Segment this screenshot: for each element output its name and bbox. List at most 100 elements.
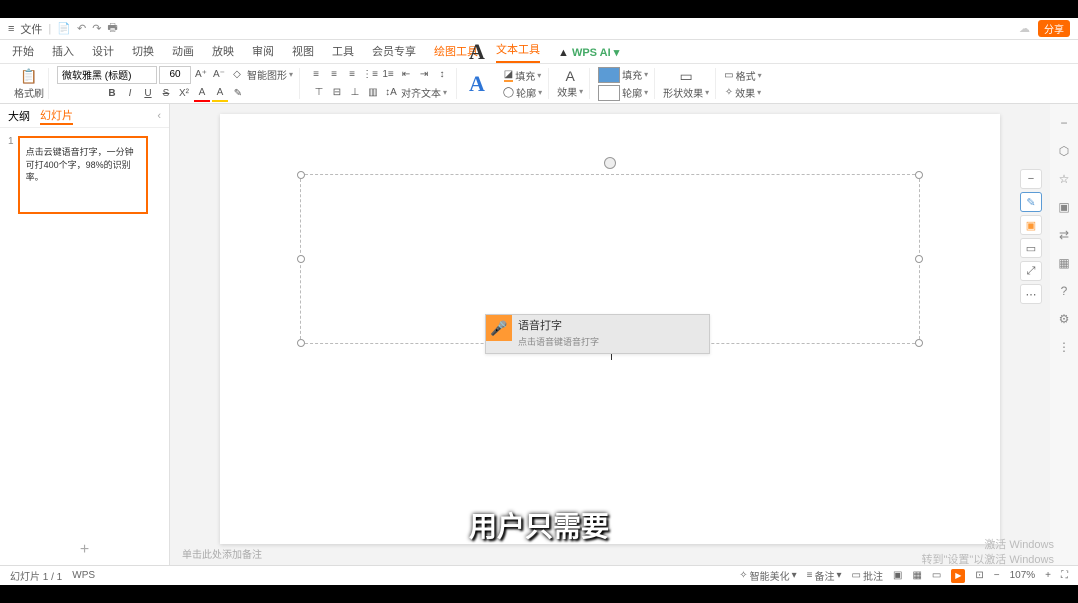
tab-transition[interactable]: 切换 [132,43,154,63]
rotate-handle[interactable] [604,157,616,169]
align-center-icon[interactable]: ≡ [326,67,342,83]
view-sorter-icon[interactable]: ▦ [912,570,921,581]
text-fill-dropdown[interactable]: ◪ 填充 [504,68,541,83]
rail-ai-icon[interactable]: ⬡ [1059,144,1069,158]
float-expand-icon[interactable]: ⤢ [1020,261,1042,281]
print-icon[interactable]: 🖶 [107,19,117,38]
highlight-button[interactable]: A [212,86,228,102]
rail-table-icon[interactable]: ▦ [1058,256,1069,270]
underline-button[interactable]: U [140,86,156,102]
tab-insert[interactable]: 插入 [52,43,74,63]
paste-icon[interactable]: 📋 [20,68,37,85]
zoom-level[interactable]: 107% [1010,570,1036,581]
font-size-input[interactable] [159,66,191,84]
format-brush-label[interactable]: 格式刷 [14,85,44,100]
strike-button[interactable]: S [158,86,174,102]
hamburger-icon[interactable]: ≡ [8,23,14,35]
notes-button[interactable]: ≡ 备注 ▾ [807,568,842,583]
align-right-icon[interactable]: ≡ [344,67,360,83]
comments-button[interactable]: ▭ 批注 [852,568,883,583]
resize-handle-bl[interactable] [297,339,305,347]
align-top-icon[interactable]: ⊤ [311,85,327,101]
float-layout-icon[interactable]: ▭ [1020,238,1042,258]
resize-handle-ml[interactable] [297,255,305,263]
columns-icon[interactable]: ▥ [365,85,381,101]
italic-button[interactable]: I [122,86,138,102]
wordart-gallery[interactable]: A A A [459,68,495,99]
text-dir-icon[interactable]: ↕A [383,85,399,101]
text-outline-dropdown[interactable]: ◯ 轮廓 [503,85,542,100]
indent-inc-icon[interactable]: ⇥ [416,67,432,83]
effect2-dropdown[interactable]: ✧ 效果 [725,85,761,100]
view-reading-icon[interactable]: ▭ [932,570,941,581]
bold-button[interactable]: B [104,86,120,102]
smart-graphic-button[interactable]: 智能图形 [247,67,293,82]
cloud-icon[interactable]: ☁ [1019,22,1030,35]
decrease-font-icon[interactable]: A⁻ [211,67,227,83]
zoom-in-icon[interactable]: + [1045,570,1051,581]
tab-animation[interactable]: 动画 [172,43,194,63]
resize-handle-mr[interactable] [915,255,923,263]
text-effect-button[interactable]: ✎ [230,86,246,102]
slides-tab[interactable]: 幻灯片 [40,107,73,125]
slideshow-button[interactable]: ▶ [951,569,965,583]
font-color-button[interactable]: A [194,86,210,102]
tab-text-tools[interactable]: 文本工具 [496,41,540,63]
text-effect-icon[interactable]: A [562,68,578,84]
wordart-style-2[interactable]: A [469,71,485,97]
align-middle-icon[interactable]: ⊟ [329,85,345,101]
font-name-select[interactable] [57,66,157,84]
rail-more-icon[interactable]: ⋮ [1058,340,1070,354]
tab-home[interactable]: 开始 [12,43,34,63]
outline-tab[interactable]: 大纲 [8,108,30,124]
file-menu[interactable]: 文件 [20,21,42,37]
float-edit-icon[interactable]: ✎ [1020,192,1042,212]
numbering-icon[interactable]: 1≡ [380,67,396,83]
slide-thumbnail-1[interactable]: 点击云键语音打字，一分钟可打400个字，98%的识别率。 [18,136,148,214]
notes-placeholder[interactable]: 单击此处添加备注 [182,546,262,561]
undo-icon[interactable]: ↶ [77,22,86,35]
tab-wps-ai[interactable]: ▲ WPS AI ▾ [558,46,619,63]
rail-star-icon[interactable]: ☆ [1059,172,1070,186]
smart-beautify-button[interactable]: ✧ 智能美化 ▾ [739,568,796,583]
shape-effect-icon[interactable]: ▭ [680,68,693,85]
format-dropdown[interactable]: ▭ 格式 [724,68,761,83]
add-slide-button[interactable]: + [0,535,169,565]
save-icon[interactable]: 📄 [57,22,71,35]
slide-canvas[interactable]: 🎤 语音打字 点击语音键语音打字 [220,114,1000,544]
collapse-panel-icon[interactable]: ‹ [157,110,161,122]
fullscreen-icon[interactable]: ⛶ [1061,570,1068,581]
float-image-icon[interactable]: ▣ [1020,215,1042,235]
wordart-style-1[interactable]: A [469,39,485,65]
shape-fill-dropdown[interactable]: 填充 [598,67,648,83]
fit-icon[interactable]: ⊡ [975,570,983,581]
redo-icon[interactable]: ↷ [92,22,101,35]
tab-view[interactable]: 视图 [292,43,314,63]
resize-handle-tr[interactable] [915,171,923,179]
superscript-button[interactable]: X² [176,86,192,102]
resize-handle-br[interactable] [915,339,923,347]
zoom-out-icon[interactable]: − [994,570,1000,581]
indent-dec-icon[interactable]: ⇤ [398,67,414,83]
tab-tools[interactable]: 工具 [332,43,354,63]
float-minus-icon[interactable]: − [1020,169,1042,189]
resize-handle-tl[interactable] [297,171,305,179]
rail-settings-icon[interactable]: ⚙ [1059,312,1070,326]
tab-design[interactable]: 设计 [92,43,114,63]
view-normal-icon[interactable]: ▣ [893,570,902,581]
line-spacing-icon[interactable]: ↕ [434,67,450,83]
text-effect-dropdown[interactable]: 效果 [557,84,583,99]
clear-format-icon[interactable]: ◇ [229,67,245,83]
tab-member[interactable]: 会员专享 [372,43,416,63]
rail-minus-icon[interactable]: − [1060,116,1067,130]
rail-help-icon[interactable]: ? [1061,284,1068,298]
shape-effect-dropdown[interactable]: 形状效果 [663,85,709,100]
rail-transfer-icon[interactable]: ⇄ [1059,228,1069,242]
rail-template-icon[interactable]: ▣ [1058,200,1069,214]
share-button[interactable]: 分享 [1038,20,1070,37]
bullets-icon[interactable]: ⋮≡ [362,67,378,83]
shape-outline-dropdown[interactable]: 轮廓 [598,85,648,101]
tab-review[interactable]: 审阅 [252,43,274,63]
tab-slideshow[interactable]: 放映 [212,43,234,63]
align-bottom-icon[interactable]: ⊥ [347,85,363,101]
